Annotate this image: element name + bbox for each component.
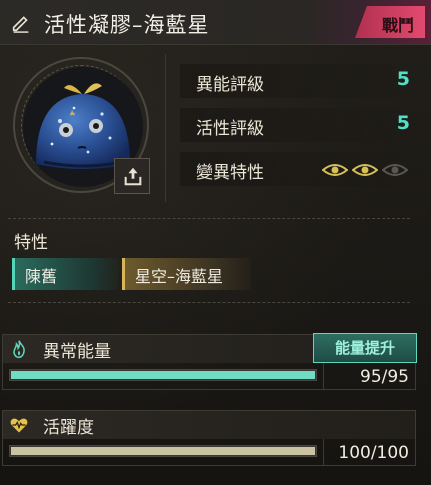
stat-label: 變異特性	[196, 163, 264, 183]
vitality-gauge: 活躍度 100/100	[2, 410, 416, 466]
value-divider	[323, 439, 324, 466]
trait-tag-starry-sky[interactable]: 星空–海藍星	[122, 258, 251, 290]
pencil-icon[interactable]	[10, 11, 32, 33]
stat-label: 異能評級	[196, 75, 264, 95]
stat-label: 活性評級	[196, 119, 264, 139]
stat-activity-rating: 活性評級 5	[180, 108, 416, 142]
export-icon	[124, 167, 142, 186]
combat-badge: 戰鬥	[355, 6, 425, 38]
heartbeat-icon	[10, 418, 28, 433]
divider-dashed	[8, 302, 410, 303]
divider-vertical	[165, 54, 166, 202]
divider-dashed	[8, 218, 410, 219]
gauge-header: 活躍度	[3, 411, 415, 439]
vitality-bar-fill	[11, 447, 315, 455]
vitality-label: 活躍度	[43, 418, 94, 438]
combat-label: 戰鬥	[381, 16, 414, 35]
vitality-bar-track	[9, 445, 317, 457]
eye-icon	[352, 164, 378, 176]
stat-value: 5	[396, 68, 410, 90]
energy-bar-fill	[11, 371, 315, 379]
energy-label: 異常能量	[43, 342, 111, 362]
eye-icon	[382, 164, 408, 176]
traits-title: 特性	[14, 233, 48, 253]
flame-icon	[13, 340, 25, 359]
vitality-value: 100/100	[338, 443, 409, 463]
energy-boost-button[interactable]: 能量提升	[313, 333, 417, 363]
trait-tag-old[interactable]: 陳舊	[12, 258, 119, 290]
energy-bar-track	[9, 369, 317, 381]
stat-value: 5	[396, 112, 410, 134]
header-bar: 活性凝膠–海藍星 戰鬥	[0, 0, 431, 45]
item-title: 活性凝膠–海藍星	[44, 13, 210, 37]
value-divider	[323, 363, 324, 390]
export-button[interactable]	[114, 158, 150, 194]
stat-ability-rating: 異能評級 5	[180, 64, 416, 98]
trait-label: 星空–海藍星	[135, 267, 224, 286]
trait-label: 陳舊	[25, 267, 58, 286]
stat-mutation: 變異特性	[180, 152, 416, 186]
energy-value: 95/95	[360, 367, 409, 387]
eye-icon	[322, 164, 348, 176]
